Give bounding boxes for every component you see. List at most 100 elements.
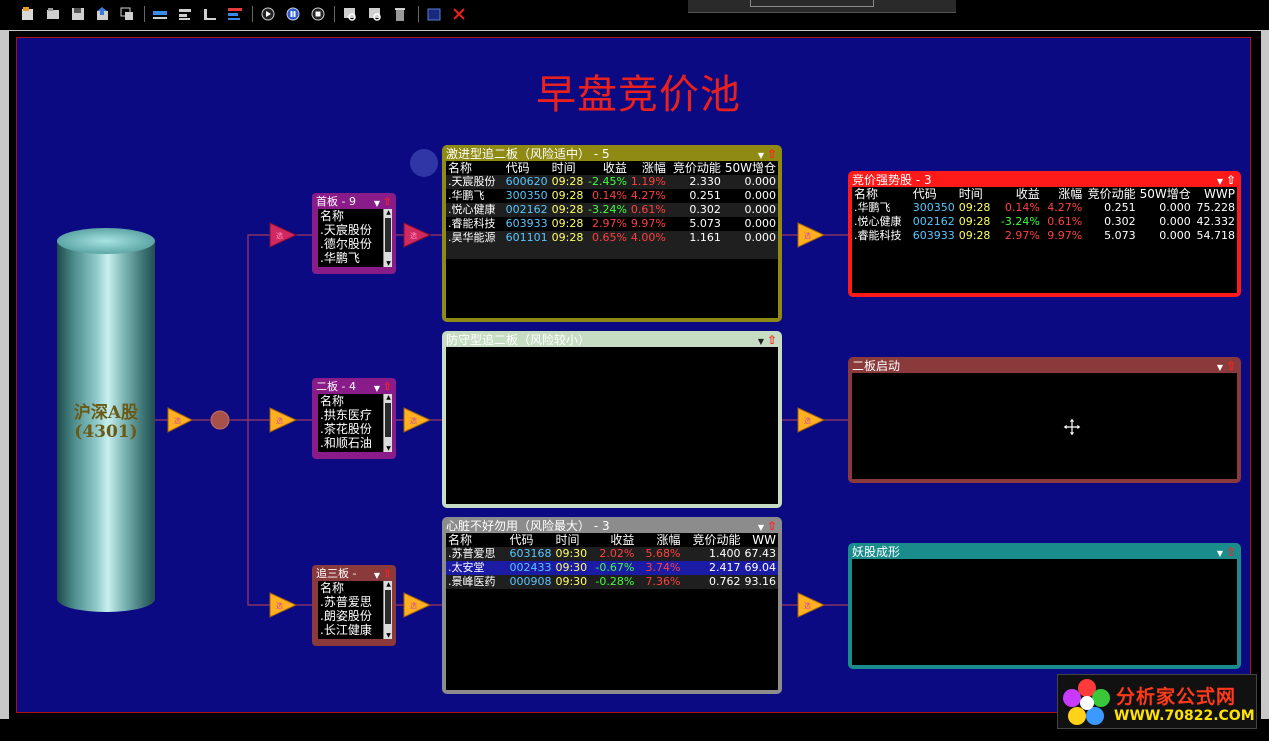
board-first[interactable]: 首板 - 9 ▼ ⇧ 名称 .天宸股份 .德尔股份 .华鹏飞 ▲ ▼ <box>312 193 396 274</box>
panel-strong[interactable]: 竞价强势股 - 3 ▼ ⇧ 名称 代码 时间 收益 涨幅 竞价动能 50W增仓 WW… <box>848 171 1241 297</box>
table-cell: .悦心健康 <box>854 215 902 228</box>
panel-aggressive[interactable]: 激进型追二板（风险适中） - 5 ▼ ⇧ 名称 代码 时间 收益 涨幅 竞价动能 5… <box>442 145 782 322</box>
board-second[interactable]: 二板 - 4 ▼ ⇧ 名称 .拱东医疗 .茶花股份 .和顺石油 ▲ ▼ <box>312 378 396 459</box>
list-item[interactable]: .德尔股份 <box>318 237 392 251</box>
up-arrow-icon[interactable]: ⇧ <box>1226 173 1236 187</box>
col-header[interactable]: 涨幅 <box>1042 187 1084 201</box>
panel-heart[interactable]: 心脏不好勿用（风险最大） - 3 ▼ ⇧ 名称 代码 时间 收益 涨幅 竞价动能 W… <box>442 517 782 694</box>
table-cell: 67.43 <box>742 547 778 561</box>
col-header[interactable]: 收益 <box>585 161 628 175</box>
col-header[interactable]: WWP <box>1193 187 1237 201</box>
list-item[interactable]: .朗姿股份 <box>318 609 392 623</box>
table-row[interactable]: .睿能科技 603933 09:28 2.97% 9.97% 5.073 0.000 <box>446 217 778 231</box>
table-row[interactable]: .昊华能源 601101 09:28 0.65% 4.00% 1.161 0.000 <box>446 231 778 245</box>
trash-icon[interactable] <box>391 5 409 23</box>
col-header[interactable]: 时间 <box>553 533 591 547</box>
col-header[interactable]: 时间 <box>957 187 996 201</box>
col-header[interactable]: 代码 <box>507 533 553 547</box>
col-header[interactable]: 涨幅 <box>636 533 682 547</box>
panel-second-start-body[interactable] <box>852 373 1237 479</box>
table-row[interactable]: .景峰医药 000908 09:30 -0.28% 7.36% 0.762 93.16 <box>446 575 778 589</box>
up-arrow-icon[interactable]: ⇧ <box>767 333 777 347</box>
title-tab[interactable] <box>688 0 956 13</box>
stop-icon[interactable] <box>309 5 327 23</box>
zoom-in-icon[interactable] <box>341 5 359 23</box>
col-header[interactable]: 名称 <box>446 533 507 547</box>
list-item[interactable]: .苏普爱思 <box>318 595 392 609</box>
col-header[interactable]: 时间 <box>550 161 586 175</box>
table-cell: 0.000 <box>744 217 777 230</box>
panel-second-start[interactable]: 二板启动 ▼ ⇧ <box>848 357 1241 483</box>
up-arrow-icon[interactable]: ⇧ <box>383 567 392 580</box>
panel-demon[interactable]: 妖股成形 ▼ ⇧ <box>848 543 1241 669</box>
table-cell: .华鹏飞 <box>448 189 485 202</box>
col-header[interactable]: 50W增仓 <box>1138 187 1193 201</box>
col-header[interactable]: 名称 <box>852 187 911 201</box>
col-header[interactable]: 收益 <box>995 187 1041 201</box>
pause-icon[interactable] <box>284 5 302 23</box>
list-item[interactable]: .和顺石油 <box>318 436 392 450</box>
list-item[interactable]: .拱东医疗 <box>318 408 392 422</box>
list-item[interactable]: .华鹏飞 <box>318 251 392 265</box>
table-cell: 0.000 <box>722 203 778 217</box>
scrollbar[interactable]: ▲ ▼ <box>383 209 392 267</box>
table-cell: 002162 <box>503 203 550 217</box>
up-arrow-icon[interactable]: ⇧ <box>767 147 777 161</box>
table-row[interactable]: .悦心健康 002162 09:28 -3.24% 0.61% 0.302 0.000 <box>446 203 778 217</box>
align-center-icon[interactable] <box>226 5 244 23</box>
table-cell: 5.073 <box>1104 229 1136 242</box>
source-cylinder[interactable]: 沪深A股 (4301) <box>57 228 155 612</box>
table-row[interactable]: .悦心健康 002162 09:28 -3.24% 0.61% 0.302 0.000 42… <box>852 215 1237 229</box>
col-header[interactable]: 代码 <box>504 161 550 175</box>
col-header[interactable]: 竞价动能 <box>668 161 723 175</box>
list-item[interactable]: .茶花股份 <box>318 422 392 436</box>
col-header[interactable]: 收益 <box>591 533 636 547</box>
table-cell: 1.161 <box>667 231 723 245</box>
table-row[interactable]: .太安堂 002433 09:30 -0.67% 3.74% 2.417 69.04 <box>446 561 778 575</box>
open-icon[interactable] <box>44 5 62 23</box>
table-row[interactable]: .睿能科技 603933 09:28 2.97% 9.97% 5.073 0.000 54.… <box>852 229 1237 243</box>
col-header[interactable]: 名称 <box>446 161 504 175</box>
table-row[interactable]: .苏普爱思 603168 09:30 2.02% 5.68% 1.400 67.43 <box>446 547 778 561</box>
col-header[interactable]: 竞价动能 <box>683 533 743 547</box>
table-cell: .悦心健康 <box>446 203 504 217</box>
table-row[interactable]: .天宸股份 600620 09:28 -2.45% 1.19% 2.330 0.000 <box>446 175 778 189</box>
play-icon[interactable] <box>259 5 277 23</box>
table-cell: 9.97% <box>1047 229 1083 242</box>
list-item[interactable]: .长江健康 <box>318 623 392 637</box>
align-left-icon[interactable] <box>176 5 194 23</box>
panel-defensive-body[interactable] <box>446 347 778 504</box>
zoom-out-icon[interactable] <box>366 5 384 23</box>
up-arrow-icon[interactable]: ⇧ <box>383 195 392 208</box>
list-item[interactable]: .天宸股份 <box>318 223 392 237</box>
up-arrow-icon[interactable]: ⇧ <box>767 519 777 533</box>
close-icon[interactable] <box>450 5 468 23</box>
site-logo[interactable]: 分析家公式网 WWW.70822.COM <box>1057 674 1257 729</box>
col-header[interactable]: 涨幅 <box>629 161 668 175</box>
table-cell: 69.04 <box>742 561 778 575</box>
up-arrow-icon[interactable]: ⇧ <box>383 380 392 393</box>
new-icon[interactable] <box>19 5 37 23</box>
frame-icon[interactable] <box>425 5 443 23</box>
table-cell: .睿能科技 <box>448 217 496 230</box>
col-header[interactable]: 代码 <box>911 187 957 201</box>
table-cell: 0.762 <box>682 575 743 589</box>
up-arrow-icon[interactable]: ⇧ <box>1226 359 1236 373</box>
window-icon[interactable] <box>118 5 136 23</box>
panel-defensive[interactable]: 防守型追二板（风险较小） ▼ ⇧ <box>442 331 782 508</box>
up-arrow-icon[interactable]: ⇧ <box>1226 545 1236 559</box>
align-bottom-icon[interactable] <box>201 5 219 23</box>
align-top-icon[interactable] <box>151 5 169 23</box>
col-header[interactable]: 50W增仓 <box>723 161 778 175</box>
panel-demon-body[interactable] <box>852 559 1237 665</box>
table-row[interactable]: .华鹏飞 300350 09:28 0.14% 4.27% 0.251 0.000 <box>446 189 778 203</box>
table-cell: 0.000 <box>1159 201 1191 214</box>
save-icon[interactable] <box>69 5 87 23</box>
board-third[interactable]: 追三板 - ▼ ⇧ 名称 .苏普爱思 .朗姿股份 .长江健康 ▲ ▼ <box>312 565 396 646</box>
table-row[interactable]: .华鹏飞 300350 09:28 0.14% 4.27% 0.251 0.000 75.2… <box>852 201 1237 215</box>
col-header[interactable]: WW <box>742 533 778 547</box>
col-header[interactable]: 竞价动能 <box>1084 187 1137 201</box>
scrollbar[interactable]: ▲ ▼ <box>383 394 392 452</box>
scrollbar[interactable]: ▲ ▼ <box>383 581 392 639</box>
export-icon[interactable] <box>94 5 112 23</box>
